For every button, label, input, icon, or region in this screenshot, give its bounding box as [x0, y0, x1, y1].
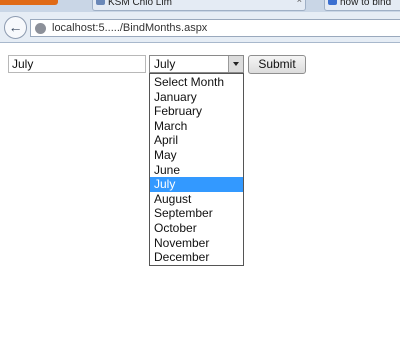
- close-tab-icon[interactable]: ×: [297, 0, 302, 5]
- browser-menu-button[interactable]: [0, 0, 58, 5]
- address-text: localhost:5...../BindMonths.aspx: [52, 22, 208, 34]
- option-select-month[interactable]: Select Month: [150, 75, 243, 90]
- option-december[interactable]: December: [150, 250, 243, 265]
- address-bar[interactable]: localhost:5...../BindMonths.aspx: [30, 19, 400, 37]
- option-november[interactable]: November: [150, 236, 243, 251]
- option-october[interactable]: October: [150, 221, 243, 236]
- tab-label: how to bind: [340, 0, 392, 8]
- option-february[interactable]: February: [150, 104, 243, 119]
- globe-icon: [35, 23, 46, 34]
- option-july[interactable]: July: [150, 177, 243, 192]
- tab-label: KSM Chio Lim: [108, 0, 172, 8]
- tab-ksm-chio-lim[interactable]: KSM Chio Lim ×: [92, 0, 306, 11]
- month-select[interactable]: July: [149, 55, 244, 73]
- option-august[interactable]: August: [150, 192, 243, 207]
- select-value: July: [154, 57, 176, 71]
- favicon-icon: [96, 0, 105, 5]
- chevron-down-icon[interactable]: [228, 56, 243, 72]
- month-dropdown-list: Select Month January February March Apri…: [149, 73, 244, 266]
- option-may[interactable]: May: [150, 148, 243, 163]
- tab-how-to-bind[interactable]: how to bind: [324, 0, 400, 11]
- option-june[interactable]: June: [150, 163, 243, 178]
- google-favicon-icon: [328, 0, 337, 5]
- month-textbox[interactable]: July: [8, 55, 146, 73]
- option-january[interactable]: January: [150, 90, 243, 105]
- back-arrow-icon: ←: [8, 19, 23, 35]
- submit-button[interactable]: Submit: [248, 55, 306, 74]
- option-april[interactable]: April: [150, 133, 243, 148]
- option-september[interactable]: September: [150, 206, 243, 221]
- option-march[interactable]: March: [150, 119, 243, 134]
- back-button[interactable]: ←: [4, 16, 27, 39]
- tab-strip: KSM Chio Lim × how to bind: [0, 0, 400, 12]
- navigation-bar: ← localhost:5...../BindMonths.aspx: [0, 12, 400, 43]
